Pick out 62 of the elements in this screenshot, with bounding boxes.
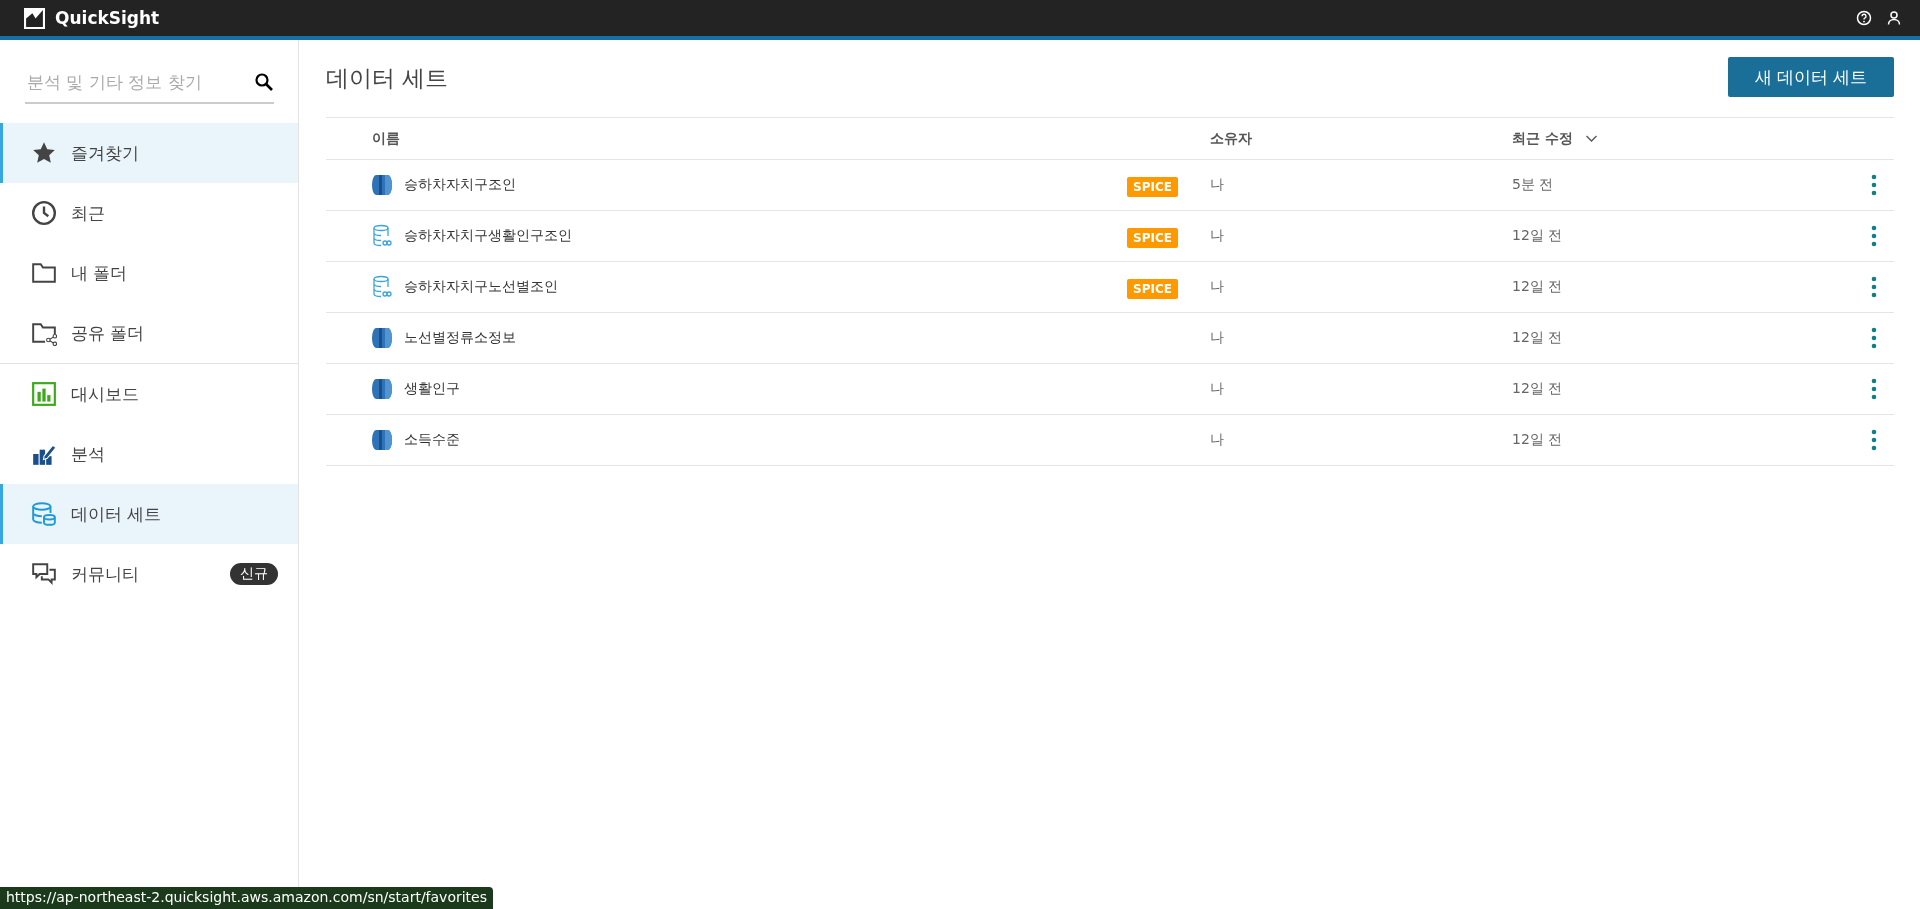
page-title: 데이터 세트 [326,64,449,93]
app-title: QuickSight [55,8,160,28]
help-icon[interactable] [1856,10,1872,26]
owner-cell: 나 [1210,227,1224,243]
owner-cell: 나 [1210,278,1224,294]
dataset-name[interactable]: 생활인구 [404,380,460,398]
shared-folder-icon [31,320,57,346]
linked-database-icon [372,224,392,248]
modified-cell: 12일 전 [1512,431,1563,449]
sidebar-item[interactable]: 즐겨찾기 [0,123,298,183]
dataset-name[interactable]: 승하차자치구조인 [404,176,516,194]
more-options-icon[interactable] [1871,225,1877,247]
dataset-name[interactable]: 소득수준 [404,431,460,449]
modified-cell: 5분 전 [1512,176,1554,194]
modified-cell: 12일 전 [1512,380,1563,398]
modified-cell: 12일 전 [1512,329,1563,347]
cylinder-icon [372,173,392,197]
sidebar-item[interactable]: 공유 폴더 [0,303,298,363]
logo-icon [24,7,45,29]
star-icon [31,140,57,166]
owner-cell: 나 [1210,431,1224,447]
dataset-name[interactable]: 승하차자치구생활인구조인 [404,227,572,245]
column-header[interactable]: 이름 [372,129,400,148]
column-header[interactable]: 소유자 [1210,129,1252,146]
dataset-name[interactable]: 노선별정류소정보 [404,329,516,347]
owner-cell: 나 [1210,380,1224,396]
more-options-icon[interactable] [1871,276,1877,298]
cylinder-icon [372,428,392,452]
sidebar-item[interactable]: 최근 [0,183,298,243]
owner-cell: 나 [1210,329,1224,345]
user-icon[interactable] [1886,10,1902,26]
modified-cell: 12일 전 [1512,278,1563,296]
folder-icon [31,260,57,286]
column-header[interactable]: 최근 수정 [1512,129,1573,148]
new-badge: 신규 [230,563,278,585]
clock-icon [31,200,57,226]
owner-cell: 나 [1210,176,1224,192]
more-options-icon[interactable] [1871,174,1877,196]
database-icon [31,501,57,527]
more-options-icon[interactable] [1871,378,1877,400]
search-field[interactable]: 분석 및 기타 정보 찾기 [25,71,254,93]
linked-database-icon [372,275,392,299]
sidebar-item[interactable]: 내 폴더 [0,243,298,303]
more-options-icon[interactable] [1871,429,1877,451]
sidebar-item[interactable]: 데이터 세트 [0,484,298,544]
sort-chevron-icon[interactable] [1584,134,1598,143]
more-options-icon[interactable] [1871,327,1877,349]
sidebar-item[interactable]: 대시보드 [0,364,298,424]
dataset-name[interactable]: 승하차자치구노선별조인 [404,278,558,296]
status-url: https://ap-northeast-2.quicksight.aws.amazon.com/sn/start/favorites [0,887,493,909]
new-dataset-button[interactable]: 새 데이터 세트 [1728,57,1894,97]
sidebar-item[interactable]: 분석 [0,424,298,484]
spice-tag: SPICE [1127,278,1178,299]
spice-tag: SPICE [1127,227,1178,248]
cylinder-icon [372,326,392,350]
search-icon[interactable] [254,72,274,92]
bar-chart-icon [31,381,57,407]
spice-tag: SPICE [1127,176,1178,197]
speech-bubbles-icon [31,561,57,587]
cylinder-icon [372,377,392,401]
modified-cell: 12일 전 [1512,227,1563,245]
sidebar-item[interactable]: 커뮤니티 신규 [0,544,298,604]
